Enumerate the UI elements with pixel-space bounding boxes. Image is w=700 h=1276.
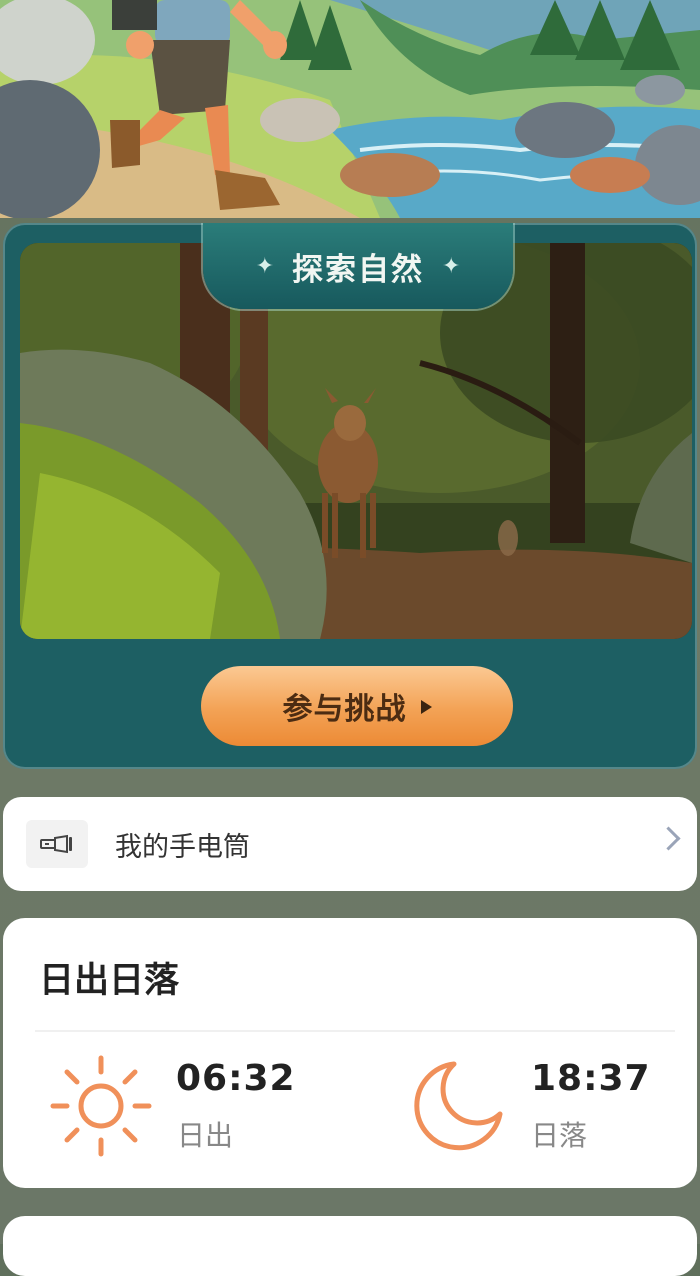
flashlight-row[interactable]: 我的手电筒 — [3, 797, 697, 891]
challenge-card[interactable]: ✦ 探索自然 ✦ 参与挑战 — [3, 223, 697, 769]
flashlight-label: 我的手电筒 — [115, 831, 250, 863]
challenge-title-tab: ✦ 探索自然 ✦ — [203, 223, 513, 309]
chevron-right-icon — [656, 826, 681, 851]
divider — [35, 1030, 675, 1032]
sunrise-sunset-card: 日出日落 06:32 日出 18:37 日落 — [3, 918, 697, 1188]
sunrise-sunset-title: 日出日落 — [39, 961, 180, 1001]
sparkle-icon: ✦ — [442, 253, 461, 279]
play-icon — [420, 700, 432, 714]
moon-icon — [414, 1061, 503, 1151]
sunrise-label: 日出 — [177, 1119, 234, 1152]
sunrise-time: 06:32 — [176, 1058, 296, 1099]
challenge-title: 探索自然 — [292, 251, 424, 288]
join-challenge-label: 参与挑战 — [282, 692, 407, 727]
next-card — [3, 1216, 697, 1276]
join-challenge-button[interactable]: 参与挑战 — [201, 666, 513, 746]
sun-icon — [50, 1055, 152, 1157]
sunset-label: 日落 — [531, 1119, 588, 1152]
flashlight-icon — [26, 820, 88, 868]
sunset-time: 18:37 — [531, 1058, 651, 1099]
hero-illustration — [0, 0, 700, 218]
sparkle-icon: ✦ — [255, 253, 274, 279]
